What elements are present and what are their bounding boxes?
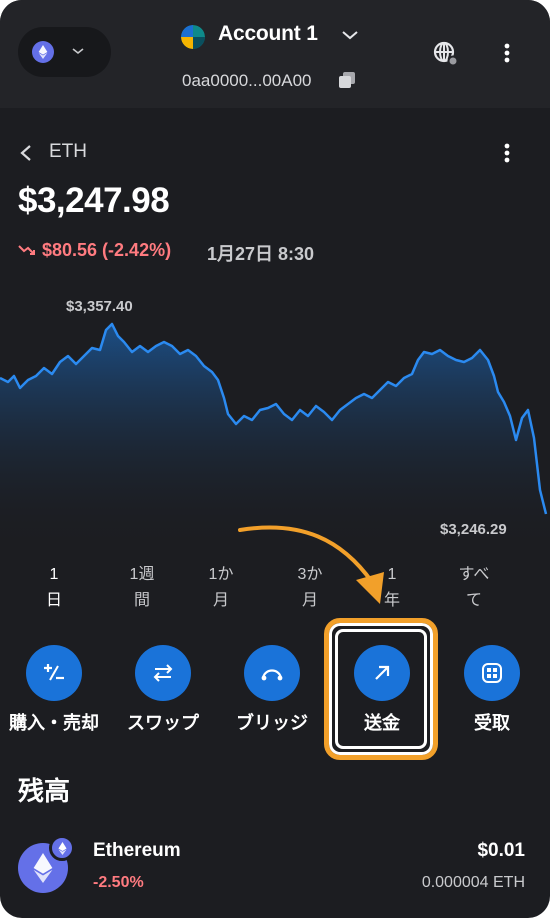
ethereum-network-icon [32, 41, 54, 63]
trend-down-icon [18, 245, 35, 255]
swap-icon [135, 645, 191, 701]
network-selector[interactable] [18, 27, 111, 77]
range-tab-label: 間 [133, 592, 150, 609]
buy-sell-icon [26, 645, 82, 701]
range-tab-label: すべ [458, 566, 490, 583]
buy-sell-button[interactable]: 購入・売却 [2, 645, 102, 735]
app-frame: Account 1 0aa0000...00A00 ETH $3,247.98 … [0, 0, 550, 918]
range-tab-label: て [465, 592, 482, 609]
buy-sell-label: 購入・売却 [9, 713, 99, 733]
send-arrow-icon [354, 645, 410, 701]
chart-high-label: $3,357.40 [66, 298, 133, 315]
price-chart[interactable] [0, 290, 550, 550]
range-tab-1w[interactable]: 1週 間 [106, 562, 178, 616]
bridge-label: ブリッジ [236, 713, 308, 733]
token-change: -2.50% [93, 874, 144, 891]
token-fiat-value: $0.01 [477, 840, 525, 861]
more-options-icon[interactable] [497, 40, 517, 66]
send-button[interactable]: 送金 [330, 645, 430, 735]
chart-low-label: $3,246.29 [440, 521, 507, 538]
top-header: Account 1 0aa0000...00A00 [0, 0, 550, 108]
receive-qr-icon [464, 645, 520, 701]
ethereum-network-badge-icon [49, 835, 75, 861]
account-chevron-down-icon[interactable] [339, 24, 361, 46]
asset-price: $3,247.98 [18, 181, 170, 220]
account-avatar[interactable] [181, 25, 205, 49]
receive-label: 受取 [474, 713, 510, 733]
price-change-time: 1月27日 8:30 [207, 244, 315, 264]
annotation-arrow [238, 525, 384, 604]
range-tab-1d[interactable]: 1 日 [18, 562, 90, 616]
back-arrow-icon[interactable] [17, 143, 35, 163]
asset-title: ETH [49, 141, 87, 162]
range-tab-all[interactable]: すべ て [438, 562, 510, 616]
send-label: 送金 [364, 713, 400, 733]
price-change: $80.56 (-2.42%) [42, 240, 172, 260]
bridge-button[interactable]: ブリッジ [220, 645, 320, 735]
account-name[interactable]: Account 1 [218, 22, 318, 46]
swap-label: スワップ [127, 713, 199, 733]
bridge-icon [244, 645, 300, 701]
account-address: 0aa0000...00A00 [182, 71, 312, 90]
connected-sites-globe-icon[interactable] [432, 40, 460, 68]
range-tab-label: 1週 [129, 566, 155, 583]
range-tab-label: 1 [49, 566, 59, 583]
receive-button[interactable]: 受取 [440, 645, 540, 735]
swap-button[interactable]: スワップ [111, 645, 211, 735]
token-amount: 0.000004 ETH [421, 874, 525, 891]
asset-more-options-icon[interactable] [497, 140, 517, 166]
balance-heading: 残高 [18, 776, 71, 806]
chevron-down-icon [72, 48, 84, 55]
token-name[interactable]: Ethereum [93, 840, 181, 862]
copy-icon[interactable] [337, 70, 357, 90]
range-tab-label: 日 [45, 592, 62, 609]
